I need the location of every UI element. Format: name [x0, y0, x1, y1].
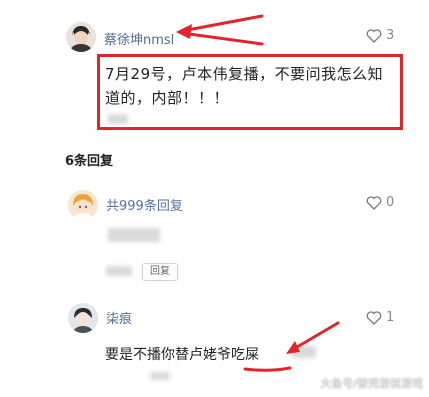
arrowhead-icon	[176, 24, 192, 39]
annotation-overlay	[176, 14, 340, 372]
watermark: 大鱼号/替壳游说游戏	[320, 377, 423, 390]
underline-mark	[243, 366, 292, 372]
arrow-icon	[290, 321, 340, 352]
arrow-icon	[180, 31, 264, 46]
arrow-icon	[180, 14, 264, 33]
arrowhead-icon	[286, 341, 300, 354]
